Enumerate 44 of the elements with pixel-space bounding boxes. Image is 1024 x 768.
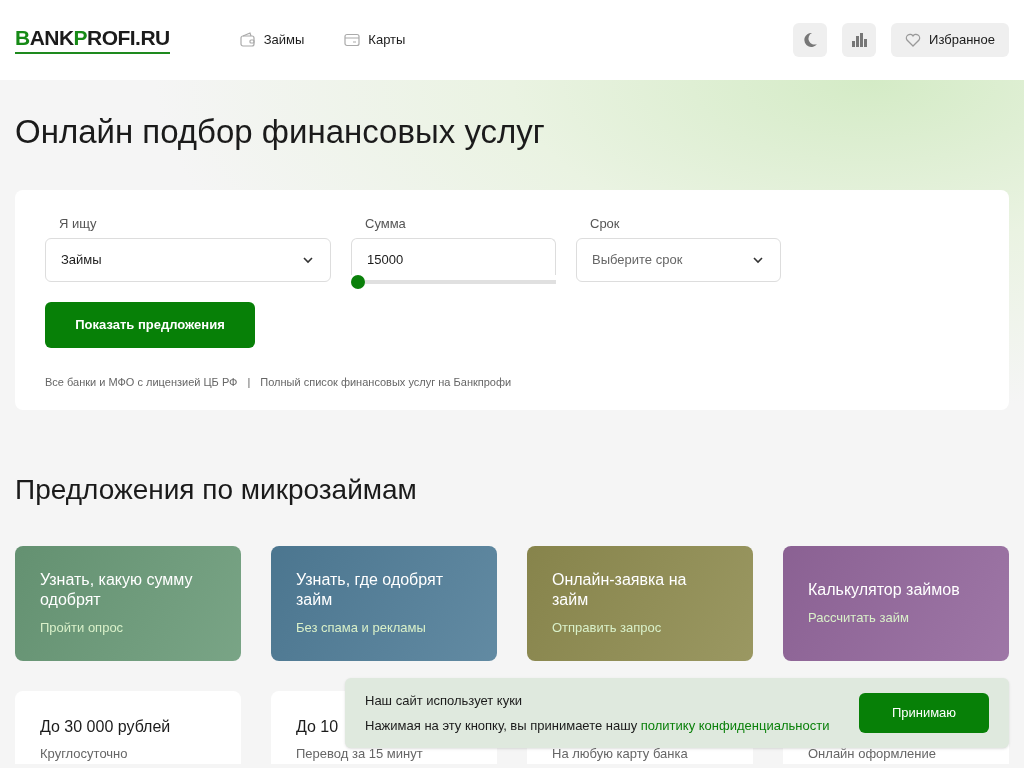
- nav-link[interactable]: Карты: [344, 30, 406, 50]
- field-label: Сумма: [364, 215, 407, 230]
- amount-input[interactable]: 15000: [351, 238, 556, 275]
- nav-link[interactable]: Займы: [239, 30, 305, 50]
- separator: |: [247, 375, 251, 390]
- compare-button[interactable]: [842, 23, 877, 57]
- card-title: До 10: [296, 718, 339, 735]
- favorites-button[interactable]: Избранное: [891, 23, 1009, 57]
- select-field[interactable]: Займы: [45, 238, 331, 282]
- footer-link[interactable]: Все банки и МФО с лицензией ЦБ РФ: [45, 374, 238, 391]
- footer-link[interactable]: Полный список финансовых услуг на Банкпрофи: [260, 374, 512, 391]
- card-subtitle: Без спама и рекламы: [296, 618, 427, 637]
- card-title: Узнать, какую сумму одобрят: [40, 569, 194, 610]
- promo-card[interactable]: Узнать, какую сумму одобрят Пройти опрос: [15, 546, 241, 661]
- card-subtitle: Отправить запрос: [552, 618, 663, 637]
- privacy-link[interactable]: политику конфиденциальности: [640, 718, 830, 733]
- select-field[interactable]: Выберите срок: [576, 238, 781, 282]
- promo-card[interactable]: Онлайн-заявка на займ Отправить запрос: [527, 546, 753, 661]
- theme-toggle-button[interactable]: [793, 23, 828, 57]
- card-icon: [344, 33, 361, 47]
- wallet-icon: [239, 32, 256, 48]
- logo[interactable]: BANKPROFI.RU: [15, 26, 170, 54]
- slider-thumb[interactable]: [351, 275, 365, 289]
- promo-card[interactable]: Калькулятор займов Рассчитать займ: [783, 546, 1009, 661]
- card-title: Узнать, где одобрят займ: [296, 569, 444, 610]
- card-subtitle: Онлайн оформление: [808, 745, 937, 763]
- accept-button[interactable]: Принимаю: [859, 693, 989, 733]
- field-label: Я ищу: [58, 215, 98, 230]
- card-subtitle: На любую карту банка: [552, 745, 689, 763]
- bar-chart-icon: [851, 33, 868, 47]
- promo-card[interactable]: Узнать, где одобрят займ Без спама и рекламы: [271, 546, 497, 661]
- section-title: Предложения по микрозаймам: [15, 473, 418, 507]
- card-subtitle: Перевод за 15 минут: [296, 745, 424, 763]
- card-subtitle: Круглосуточно: [40, 745, 129, 763]
- show-offers-button[interactable]: Показать предложения: [45, 302, 255, 348]
- card-title: Онлайн-заявка на займ: [552, 569, 688, 610]
- page-title: Онлайн подбор финансовых услуг: [15, 112, 546, 152]
- card-subtitle: Пройти опрос: [40, 618, 125, 637]
- card-title: До 30 000 рублей: [40, 718, 171, 735]
- field-label: Срок: [589, 215, 621, 230]
- card-subtitle: Рассчитать займ: [808, 608, 910, 627]
- card-title: Калькулятор займов: [808, 579, 961, 600]
- offer-card[interactable]: До 30 000 рублей Круглосуточно: [15, 691, 241, 764]
- heart-icon: [905, 33, 922, 47]
